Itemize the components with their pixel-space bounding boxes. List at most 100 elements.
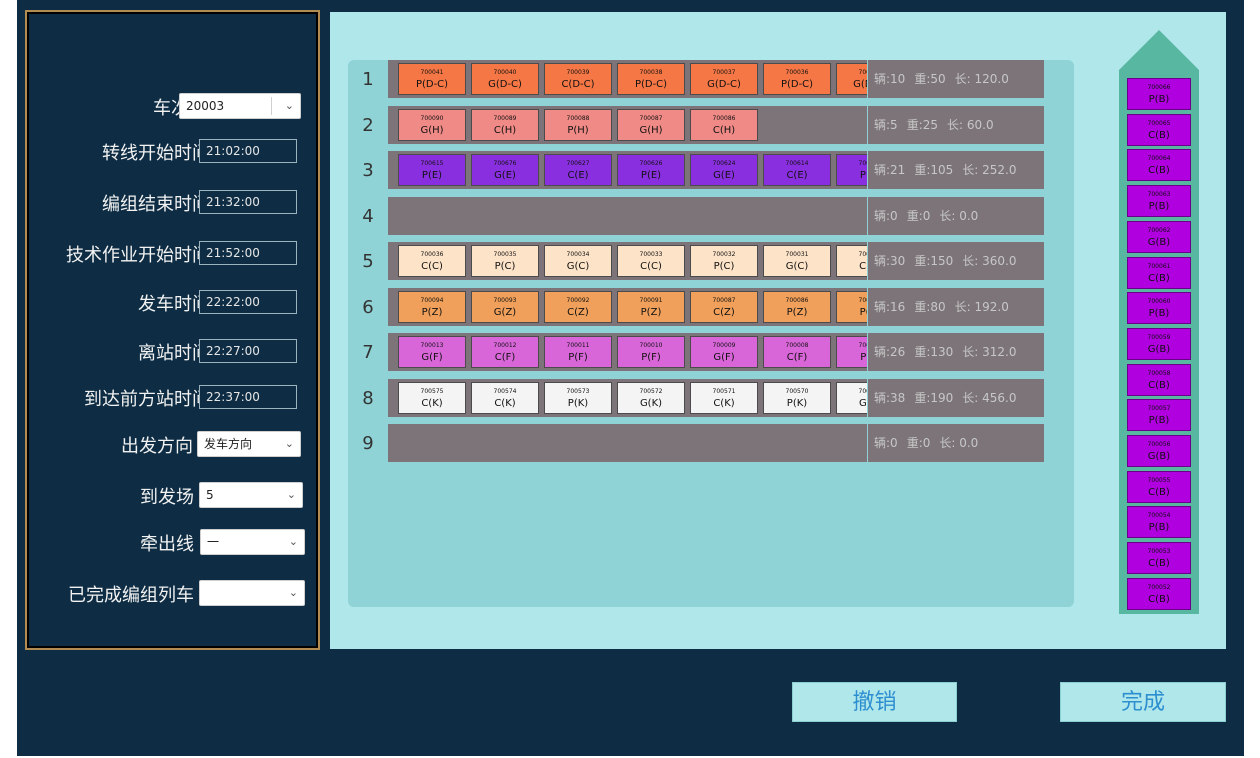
track-row[interactable]: 1 700041 P(D-C) 700040 G(D-C) 700039 C(D-C) 700… <box>348 60 1044 100</box>
track-row[interactable]: 9 辆:0 重:0 长: 0.0 <box>348 424 1044 464</box>
queue-car[interactable]: 700063 P(B) <box>1127 185 1191 218</box>
track-bar[interactable]: 700013 G(F) 700012 C(F) 700011 P(F) 700010 P(F)… <box>388 333 867 371</box>
rail-car[interactable]: 700676 G(E) <box>471 154 539 186</box>
rail-car[interactable]: 700089 C(H) <box>471 108 539 141</box>
rail-car[interactable]: 700011 P(F) <box>544 336 612 368</box>
tech-start-field[interactable]: 21:52:00 <box>199 241 297 265</box>
rail-car[interactable]: 700036 C(C) <box>398 245 466 277</box>
rail-car[interactable]: 700012 C(F) <box>471 336 539 368</box>
track-bar[interactable] <box>388 196 867 235</box>
rail-car[interactable]: 700041 P(D-C) <box>398 63 466 95</box>
rail-car[interactable]: 700038 P(D-C) <box>617 63 685 95</box>
direction-select[interactable]: 发车方向 ⌄ <box>197 431 301 457</box>
queue-car[interactable]: 700061 C(B) <box>1127 256 1191 289</box>
queue-car[interactable]: 700053 C(B) <box>1127 542 1191 575</box>
car-type: P(Z) <box>859 306 867 318</box>
rail-car[interactable]: 700087 C(Z) <box>690 290 758 323</box>
rail-car[interactable]: 700091 P(Z) <box>617 290 685 323</box>
leave-time-field[interactable]: 22:27:00 <box>199 339 297 363</box>
rail-car[interactable]: 700626 P(E) <box>617 154 685 186</box>
car-type: C(Z) <box>567 306 589 318</box>
done-button[interactable]: 完成 <box>1060 682 1226 722</box>
rail-car[interactable]: 700031 G(C) <box>763 245 831 277</box>
track-bar[interactable]: 700036 C(C) 700035 P(C) 700034 G(C) 700033 C(C)… <box>388 242 867 280</box>
rail-car[interactable]: 700092 C(Z) <box>544 290 612 323</box>
arrive-front-field[interactable]: 22:37:00 <box>199 385 297 409</box>
rail-car[interactable]: 700008 C(F) <box>763 336 831 368</box>
queue-car[interactable]: 700056 G(B) <box>1127 435 1191 467</box>
rail-car[interactable]: 700037 G(D-C) <box>690 63 758 95</box>
rail-car[interactable]: 700086 P(Z) <box>763 290 831 323</box>
rail-car[interactable]: 700573 P(K) <box>544 381 612 414</box>
rail-car[interactable]: 700030 C(C) <box>836 245 867 277</box>
rail-car[interactable]: 700613 P(E) <box>836 154 867 186</box>
rail-car[interactable]: 700094 P(Z) <box>398 290 466 323</box>
track-row[interactable]: 5 700036 C(C) 700035 P(C) 700034 G(C) 700033 C(C… <box>348 242 1044 282</box>
rail-car[interactable]: 700571 C(K) <box>690 381 758 414</box>
rail-car[interactable]: 700093 G(Z) <box>471 290 539 323</box>
queue-car[interactable]: 700065 C(B) <box>1127 113 1191 146</box>
train-no-select[interactable]: 20003 ⌄ <box>179 93 301 119</box>
track-bar[interactable]: 700094 P(Z) 700093 G(Z) 700092 C(Z) 700091 P(Z)… <box>388 287 867 326</box>
rail-car[interactable]: 700033 C(C) <box>617 245 685 277</box>
track-row[interactable]: 4 辆:0 重:0 长: 0.0 <box>348 196 1044 237</box>
rail-car[interactable]: 700575 C(K) <box>398 381 466 414</box>
rail-car[interactable]: 700035 P(C) <box>471 245 539 277</box>
queue-car[interactable]: 700054 P(B) <box>1127 506 1191 539</box>
car-id: 700626 <box>639 160 663 167</box>
queue-car[interactable]: 700059 G(B) <box>1127 327 1191 360</box>
queue-car[interactable]: 700062 G(B) <box>1127 220 1191 253</box>
queue-car[interactable]: 700052 C(B) <box>1127 577 1191 610</box>
rail-car[interactable]: 700624 G(E) <box>690 154 758 186</box>
depart-time-field[interactable]: 22:22:00 <box>199 290 297 314</box>
track-row[interactable]: 2 700090 G(H) 700089 C(H) 700088 P(H) 700087 G(H… <box>348 105 1044 146</box>
queue-car[interactable]: 700055 C(B) <box>1127 470 1191 503</box>
marshal-end-field[interactable]: 21:32:00 <box>199 190 297 214</box>
rail-car[interactable]: 700013 G(F) <box>398 336 466 368</box>
transfer-start-field[interactable]: 21:02:00 <box>199 139 297 163</box>
rail-car[interactable]: 700034 G(C) <box>544 245 612 277</box>
rail-car[interactable]: 700088 P(H) <box>544 108 612 141</box>
car-type: P(E) <box>640 170 662 181</box>
track-bar[interactable]: 700041 P(D-C) 700040 G(D-C) 700039 C(D-C) 7000… <box>388 60 867 98</box>
rail-car[interactable]: 700627 C(E) <box>544 154 612 186</box>
yard-select[interactable]: 5 ⌄ <box>199 482 303 508</box>
track-info: 辆:16 重:80 长: 192.0 <box>868 287 1044 326</box>
rail-car[interactable]: 700039 C(D-C) <box>544 63 612 95</box>
rail-car[interactable]: 700572 G(K) <box>617 381 685 414</box>
rail-car[interactable]: 700570 P(K) <box>763 381 831 414</box>
rail-car[interactable]: 700010 P(F) <box>617 336 685 368</box>
queue-car[interactable]: 700058 C(B) <box>1127 363 1191 396</box>
track-row[interactable]: 3 700615 P(E) 700676 G(E) 700627 C(E) 700626 P(E… <box>348 151 1044 191</box>
pull-line-select[interactable]: 一 ⌄ <box>200 529 305 555</box>
track-bar[interactable] <box>388 424 867 462</box>
queue-car[interactable]: 700066 P(B) <box>1127 78 1191 110</box>
rail-car[interactable]: 700614 C(E) <box>763 154 831 186</box>
rail-car[interactable]: 700085 P(Z) <box>836 290 867 323</box>
rail-car[interactable]: 700574 C(K) <box>471 381 539 414</box>
rail-car[interactable]: 700009 G(F) <box>690 336 758 368</box>
queue-car[interactable]: 700060 P(B) <box>1127 292 1191 325</box>
rail-car[interactable]: 700032 P(C) <box>690 245 758 277</box>
track-row[interactable]: 6 700094 P(Z) 700093 G(Z) 700092 C(Z) 700091 P(Z… <box>348 287 1044 328</box>
track-row[interactable]: 7 700013 G(F) 700012 C(F) 700011 P(F) 700010 P(F… <box>348 333 1044 373</box>
car-type: P(Z) <box>786 306 808 318</box>
track-row[interactable]: 8 700575 C(K) 700574 C(K) 700573 P(K) 700572 G(K… <box>348 378 1044 419</box>
queue-car[interactable]: 700064 C(B) <box>1127 149 1191 182</box>
track-bar[interactable]: 700090 G(H) 700089 C(H) 700088 P(H) 700087 G(H)… <box>388 105 867 144</box>
car-type: P(F) <box>860 352 867 363</box>
rail-car[interactable]: 700090 G(H) <box>398 108 466 141</box>
track-bar[interactable]: 700615 P(E) 700676 G(E) 700627 C(E) 700626 P(E)… <box>388 151 867 189</box>
rail-car[interactable]: 700035 G(D-C) <box>836 63 867 95</box>
track-bar[interactable]: 700575 C(K) 700574 C(K) 700573 P(K) 700572 G(K)… <box>388 378 867 417</box>
rail-car[interactable]: 700007 P(F) <box>836 336 867 368</box>
completed-select[interactable]: ⌄ <box>199 580 305 606</box>
rail-car[interactable]: 700569 G(K) <box>836 381 867 414</box>
undo-button[interactable]: 撤销 <box>792 682 957 722</box>
queue-car[interactable]: 700057 P(B) <box>1127 399 1191 432</box>
rail-car[interactable]: 700615 P(E) <box>398 154 466 186</box>
rail-car[interactable]: 700086 C(H) <box>690 108 758 141</box>
rail-car[interactable]: 700040 G(D-C) <box>471 63 539 95</box>
rail-car[interactable]: 700087 G(H) <box>617 108 685 141</box>
rail-car[interactable]: 700036 P(D-C) <box>763 63 831 95</box>
